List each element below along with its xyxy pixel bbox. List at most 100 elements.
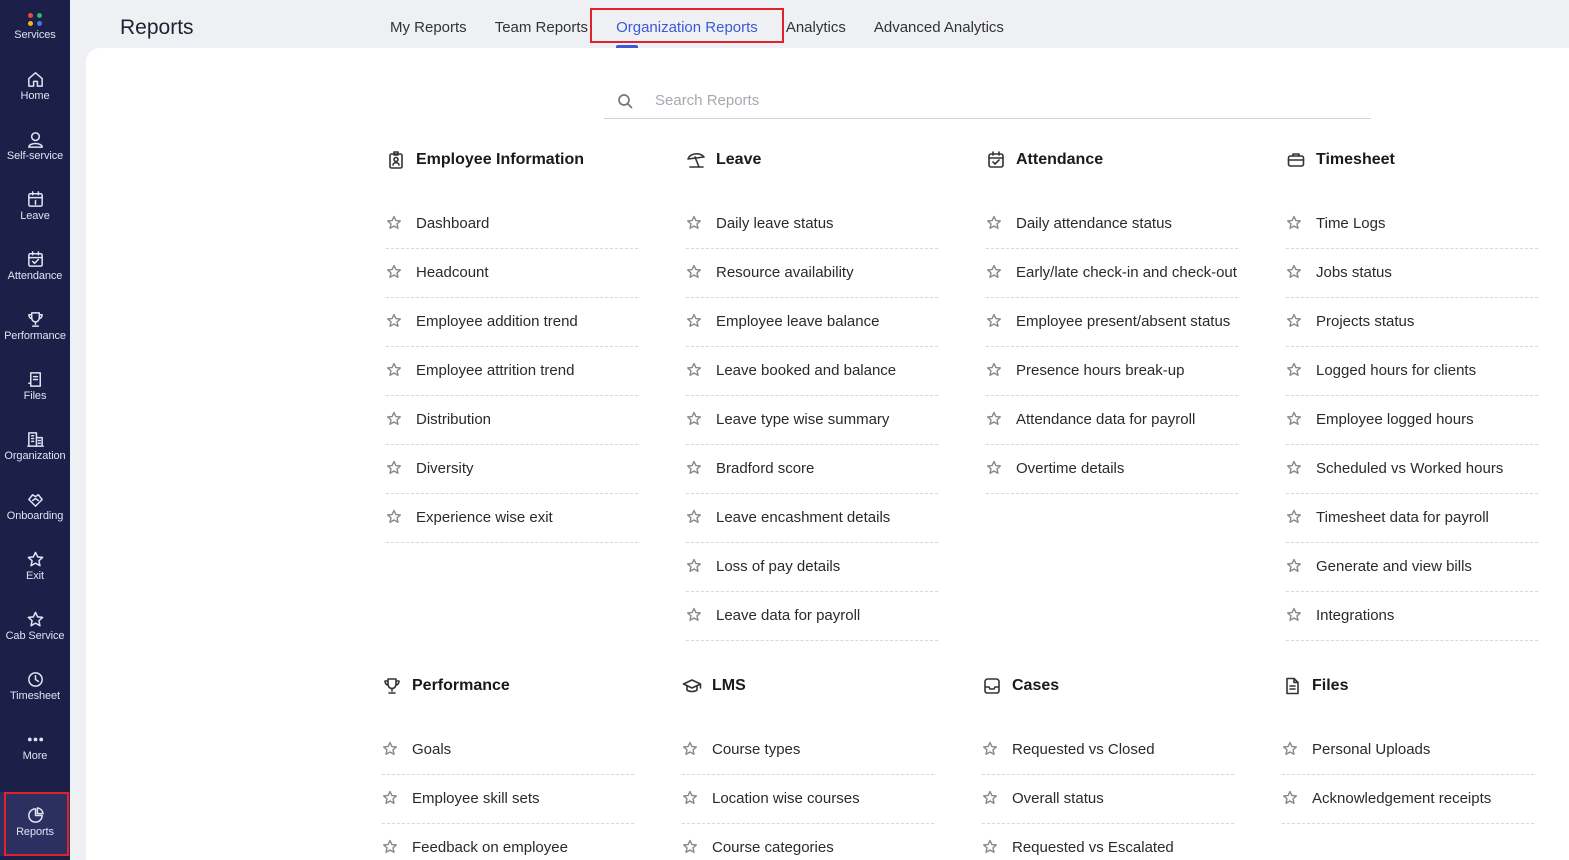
star-icon[interactable] [1286, 607, 1302, 623]
report-item[interactable]: Scheduled vs Worked hours [1286, 445, 1538, 494]
report-item[interactable]: Course categories [682, 824, 934, 860]
report-item[interactable]: Presence hours break-up [986, 347, 1238, 396]
report-item[interactable]: Course types [682, 726, 934, 775]
report-item[interactable]: Acknowledgement receipts [1282, 775, 1534, 824]
sidebar-item-onboarding[interactable]: Onboarding [0, 480, 70, 540]
report-item[interactable]: Overtime details [986, 445, 1238, 494]
sidebar-item-timesheet[interactable]: Timesheet [0, 660, 70, 720]
report-item[interactable]: Attendance data for payroll [986, 396, 1238, 445]
tab-team-reports[interactable]: Team Reports [481, 0, 602, 48]
star-icon[interactable] [1286, 558, 1302, 574]
star-icon[interactable] [386, 411, 402, 427]
star-icon[interactable] [982, 741, 998, 757]
star-icon[interactable] [382, 839, 398, 855]
report-item[interactable]: Leave encashment details [686, 494, 938, 543]
report-item[interactable]: Feedback on employee [382, 824, 634, 860]
sidebar-item-performance[interactable]: Performance [0, 300, 70, 360]
report-item[interactable]: Daily attendance status [986, 200, 1238, 249]
sidebar-item-exit[interactable]: Exit [0, 540, 70, 600]
star-icon[interactable] [386, 264, 402, 280]
report-item[interactable]: Personal Uploads [1282, 726, 1534, 775]
report-item[interactable]: Loss of pay details [686, 543, 938, 592]
tab-analytics[interactable]: Analytics [772, 0, 860, 48]
report-item[interactable]: Employee logged hours [1286, 396, 1538, 445]
star-icon[interactable] [1286, 460, 1302, 476]
report-item[interactable]: Generate and view bills [1286, 543, 1538, 592]
report-item[interactable]: Bradford score [686, 445, 938, 494]
sidebar-item-cab-service[interactable]: Cab Service [0, 600, 70, 660]
report-item[interactable]: Requested vs Closed [982, 726, 1234, 775]
star-icon[interactable] [382, 790, 398, 806]
sidebar-item-services[interactable]: Services [0, 0, 70, 50]
report-item[interactable]: Employee addition trend [386, 298, 638, 347]
star-icon[interactable] [1286, 215, 1302, 231]
report-item[interactable]: Employee present/absent status [986, 298, 1238, 347]
report-item[interactable]: Daily leave status [686, 200, 938, 249]
star-icon[interactable] [1286, 264, 1302, 280]
report-item[interactable]: Employee leave balance [686, 298, 938, 347]
star-icon[interactable] [1286, 411, 1302, 427]
report-item[interactable]: Experience wise exit [386, 494, 638, 543]
report-item[interactable]: Goals [382, 726, 634, 775]
star-icon[interactable] [1286, 313, 1302, 329]
search-input[interactable] [655, 92, 1335, 109]
tab-advanced-analytics[interactable]: Advanced Analytics [860, 0, 1018, 48]
report-item[interactable]: Diversity [386, 445, 638, 494]
tab-my-reports[interactable]: My Reports [376, 0, 481, 48]
report-item[interactable]: Projects status [1286, 298, 1538, 347]
star-icon[interactable] [686, 362, 702, 378]
star-icon[interactable] [386, 460, 402, 476]
star-icon[interactable] [986, 313, 1002, 329]
star-icon[interactable] [686, 411, 702, 427]
report-item[interactable]: Headcount [386, 249, 638, 298]
star-icon[interactable] [686, 264, 702, 280]
star-icon[interactable] [682, 790, 698, 806]
report-item[interactable]: Requested vs Escalated [982, 824, 1234, 860]
star-icon[interactable] [382, 741, 398, 757]
report-item[interactable]: Integrations [1286, 592, 1538, 641]
report-item[interactable]: Timesheet data for payroll [1286, 494, 1538, 543]
star-icon[interactable] [686, 558, 702, 574]
star-icon[interactable] [682, 741, 698, 757]
tab-organization-reports[interactable]: Organization Reports [590, 0, 784, 48]
report-item[interactable]: Employee skill sets [382, 775, 634, 824]
star-icon[interactable] [986, 411, 1002, 427]
sidebar-item-organization[interactable]: Organization [0, 420, 70, 480]
star-icon[interactable] [386, 313, 402, 329]
report-item[interactable]: Early/late check-in and check-out [986, 249, 1238, 298]
star-icon[interactable] [686, 313, 702, 329]
report-item[interactable]: Time Logs [1286, 200, 1538, 249]
star-icon[interactable] [686, 460, 702, 476]
star-icon[interactable] [1282, 790, 1298, 806]
report-item[interactable]: Location wise courses [682, 775, 934, 824]
star-icon[interactable] [986, 362, 1002, 378]
report-item[interactable]: Leave type wise summary [686, 396, 938, 445]
star-icon[interactable] [982, 839, 998, 855]
report-item[interactable]: Jobs status [1286, 249, 1538, 298]
sidebar-item-attendance[interactable]: Attendance [0, 240, 70, 300]
star-icon[interactable] [386, 215, 402, 231]
star-icon[interactable] [686, 215, 702, 231]
star-icon[interactable] [686, 607, 702, 623]
star-icon[interactable] [986, 215, 1002, 231]
report-item[interactable]: Logged hours for clients [1286, 347, 1538, 396]
sidebar-item-files[interactable]: Files [0, 360, 70, 420]
report-item[interactable]: Distribution [386, 396, 638, 445]
report-item[interactable]: Leave data for payroll [686, 592, 938, 641]
star-icon[interactable] [1282, 741, 1298, 757]
sidebar-item-home[interactable]: Home [0, 60, 70, 120]
sidebar-item-self-service[interactable]: Self-service [0, 120, 70, 180]
star-icon[interactable] [986, 460, 1002, 476]
star-icon[interactable] [982, 790, 998, 806]
star-icon[interactable] [686, 509, 702, 525]
star-icon[interactable] [1286, 509, 1302, 525]
sidebar-item-leave[interactable]: Leave [0, 180, 70, 240]
star-icon[interactable] [386, 509, 402, 525]
report-item[interactable]: Employee attrition trend [386, 347, 638, 396]
report-item[interactable]: Overall status [982, 775, 1234, 824]
star-icon[interactable] [386, 362, 402, 378]
report-item[interactable]: Resource availability [686, 249, 938, 298]
sidebar-item-reports[interactable]: Reports [0, 792, 70, 856]
star-icon[interactable] [986, 264, 1002, 280]
report-item[interactable]: Leave booked and balance [686, 347, 938, 396]
